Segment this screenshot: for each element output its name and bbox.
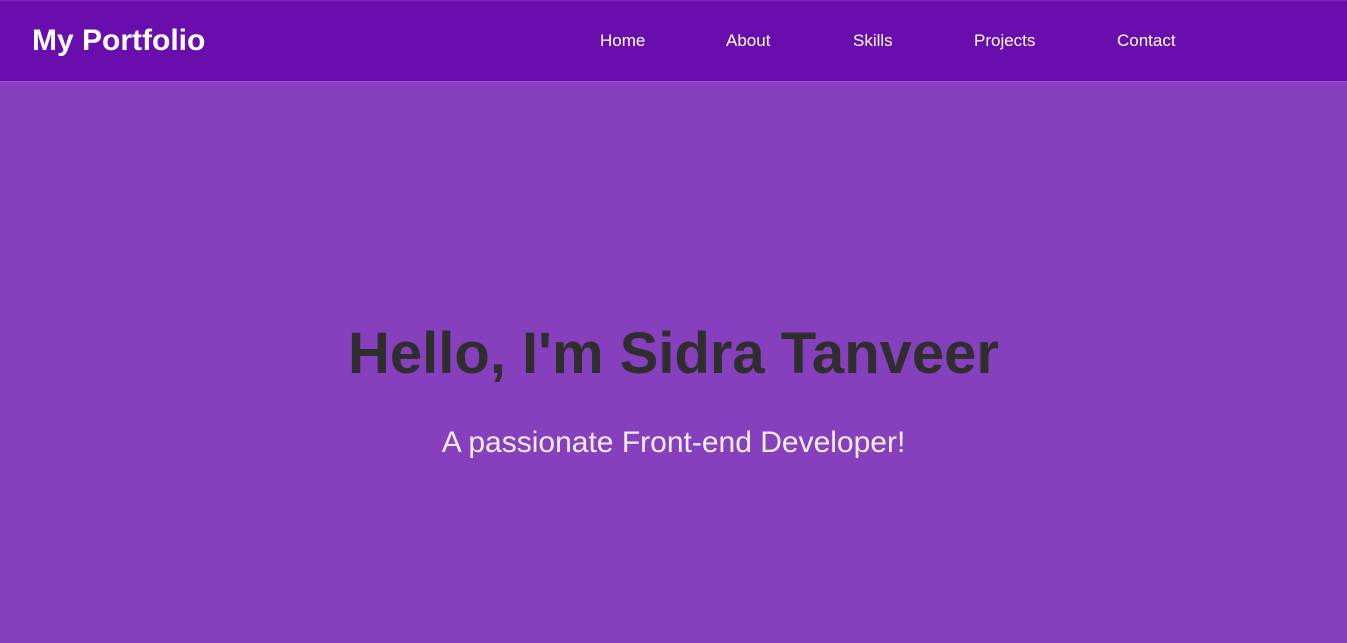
nav-link-contact[interactable]: Contact — [1117, 30, 1176, 52]
hero-subtitle: A passionate Front-end Developer! — [441, 426, 906, 459]
nav-link-projects[interactable]: Projects — [974, 30, 1035, 52]
nav-link-home[interactable]: Home — [600, 30, 645, 52]
nav-links: Home About Skills Projects Contact — [0, 1, 1347, 83]
nav-link-about[interactable]: About — [726, 30, 770, 52]
navbar: My Portfolio Home About Skills Projects … — [0, 0, 1347, 82]
hero-section: Hello, I'm Sidra Tanveer A passionate Fr… — [0, 82, 1347, 643]
hero-title: Hello, I'm Sidra Tanveer — [348, 321, 999, 386]
nav-link-skills[interactable]: Skills — [853, 30, 893, 52]
